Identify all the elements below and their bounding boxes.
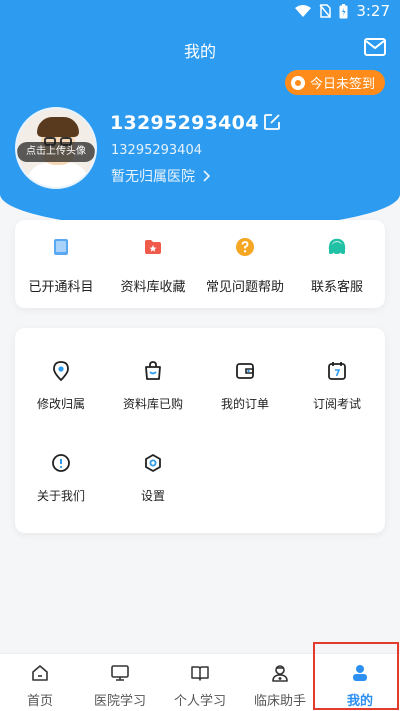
tab-clinical-assistant[interactable]: 临床助手 [240,654,320,711]
tab-home[interactable]: 首页 [0,654,80,711]
grid-item-label: 修改归属 [36,397,85,411]
quick-action-favorites[interactable]: 资料库收藏 [107,220,199,308]
headset-icon [328,238,346,254]
folder-star-icon [145,240,161,254]
grid-item-subscribe-exam[interactable]: 订阅考试 [291,360,383,426]
quick-action-support[interactable]: 联系客服 [291,220,383,308]
monitor-icon [111,665,129,681]
hospital-link[interactable]: 暂无归属医院 [111,166,210,186]
avatar-hair [37,117,79,137]
signin-label: 今日未签到 [309,77,375,92]
tab-label: 首页 [26,694,53,709]
mail-icon[interactable] [364,38,386,56]
grid-item-change-affiliation[interactable]: 修改归属 [15,360,107,426]
upload-avatar-label[interactable]: 点击上传头像 [17,142,95,162]
services-card: 修改归属 资料库已购 我的订单 订阅考试 关于我们 设置 [15,328,385,533]
tab-personal-learning[interactable]: 个人学习 [160,654,240,711]
wifi-icon [295,5,312,17]
quick-actions-card: 已开通科目 资料库收藏 常见问题帮助 联系客服 [15,220,385,308]
battery-charging-icon [339,3,348,18]
tab-label: 临床助手 [253,694,306,709]
grid-item-label: 关于我们 [36,489,85,503]
grid-item-label: 我的订单 [220,397,269,411]
info-icon [52,454,70,472]
edit-icon[interactable] [263,113,281,131]
grid-item-orders[interactable]: 我的订单 [199,360,291,426]
active-tab-highlight-box [313,642,399,710]
daily-signin-button[interactable]: 今日未签到 [284,70,385,95]
avatar-coat [27,163,89,187]
shopping-bag-icon [145,361,161,380]
grid-item-label: 资料库已购 [122,397,183,411]
open-book-icon [191,666,209,681]
quick-action-subjects[interactable]: 已开通科目 [15,220,107,308]
location-pin-icon [53,361,69,382]
grid-item-label: 订阅考试 [312,397,361,411]
hospital-label: 暂无归属医院 [111,169,195,185]
quick-action-faq[interactable]: 常见问题帮助 [199,220,291,308]
grid-item-purchased[interactable]: 资料库已购 [107,360,199,426]
doctor-icon [272,665,288,682]
wallet-icon [236,363,254,379]
status-time: 3:27 [356,2,390,20]
calendar-icon [328,362,346,380]
user-phone: 13295293404 [110,112,259,134]
tab-hospital-learning[interactable]: 医院学习 [80,654,160,711]
quick-action-label: 常见问题帮助 [205,280,284,295]
chevron-right-icon [203,170,210,182]
no-sim-icon [319,4,332,18]
settings-icon [145,454,161,472]
quick-action-label: 资料库收藏 [120,280,186,295]
grid-item-about[interactable]: 关于我们 [15,452,107,518]
grid-item-settings[interactable]: 设置 [107,452,199,518]
status-bar: 3:27 [0,0,400,22]
tab-label: 个人学习 [173,694,226,709]
question-icon [236,238,254,256]
home-icon [32,665,48,681]
user-account: 13295293404 [111,143,202,158]
quick-action-label: 已开通科目 [28,280,94,295]
signin-icon [290,75,305,90]
avatar[interactable]: 点击上传头像 [15,107,97,189]
quick-action-label: 联系客服 [310,280,363,295]
grid-item-label: 设置 [140,489,165,503]
book-icon [54,239,68,255]
tab-label: 医院学习 [93,694,146,709]
page-title: 我的 [183,42,216,61]
